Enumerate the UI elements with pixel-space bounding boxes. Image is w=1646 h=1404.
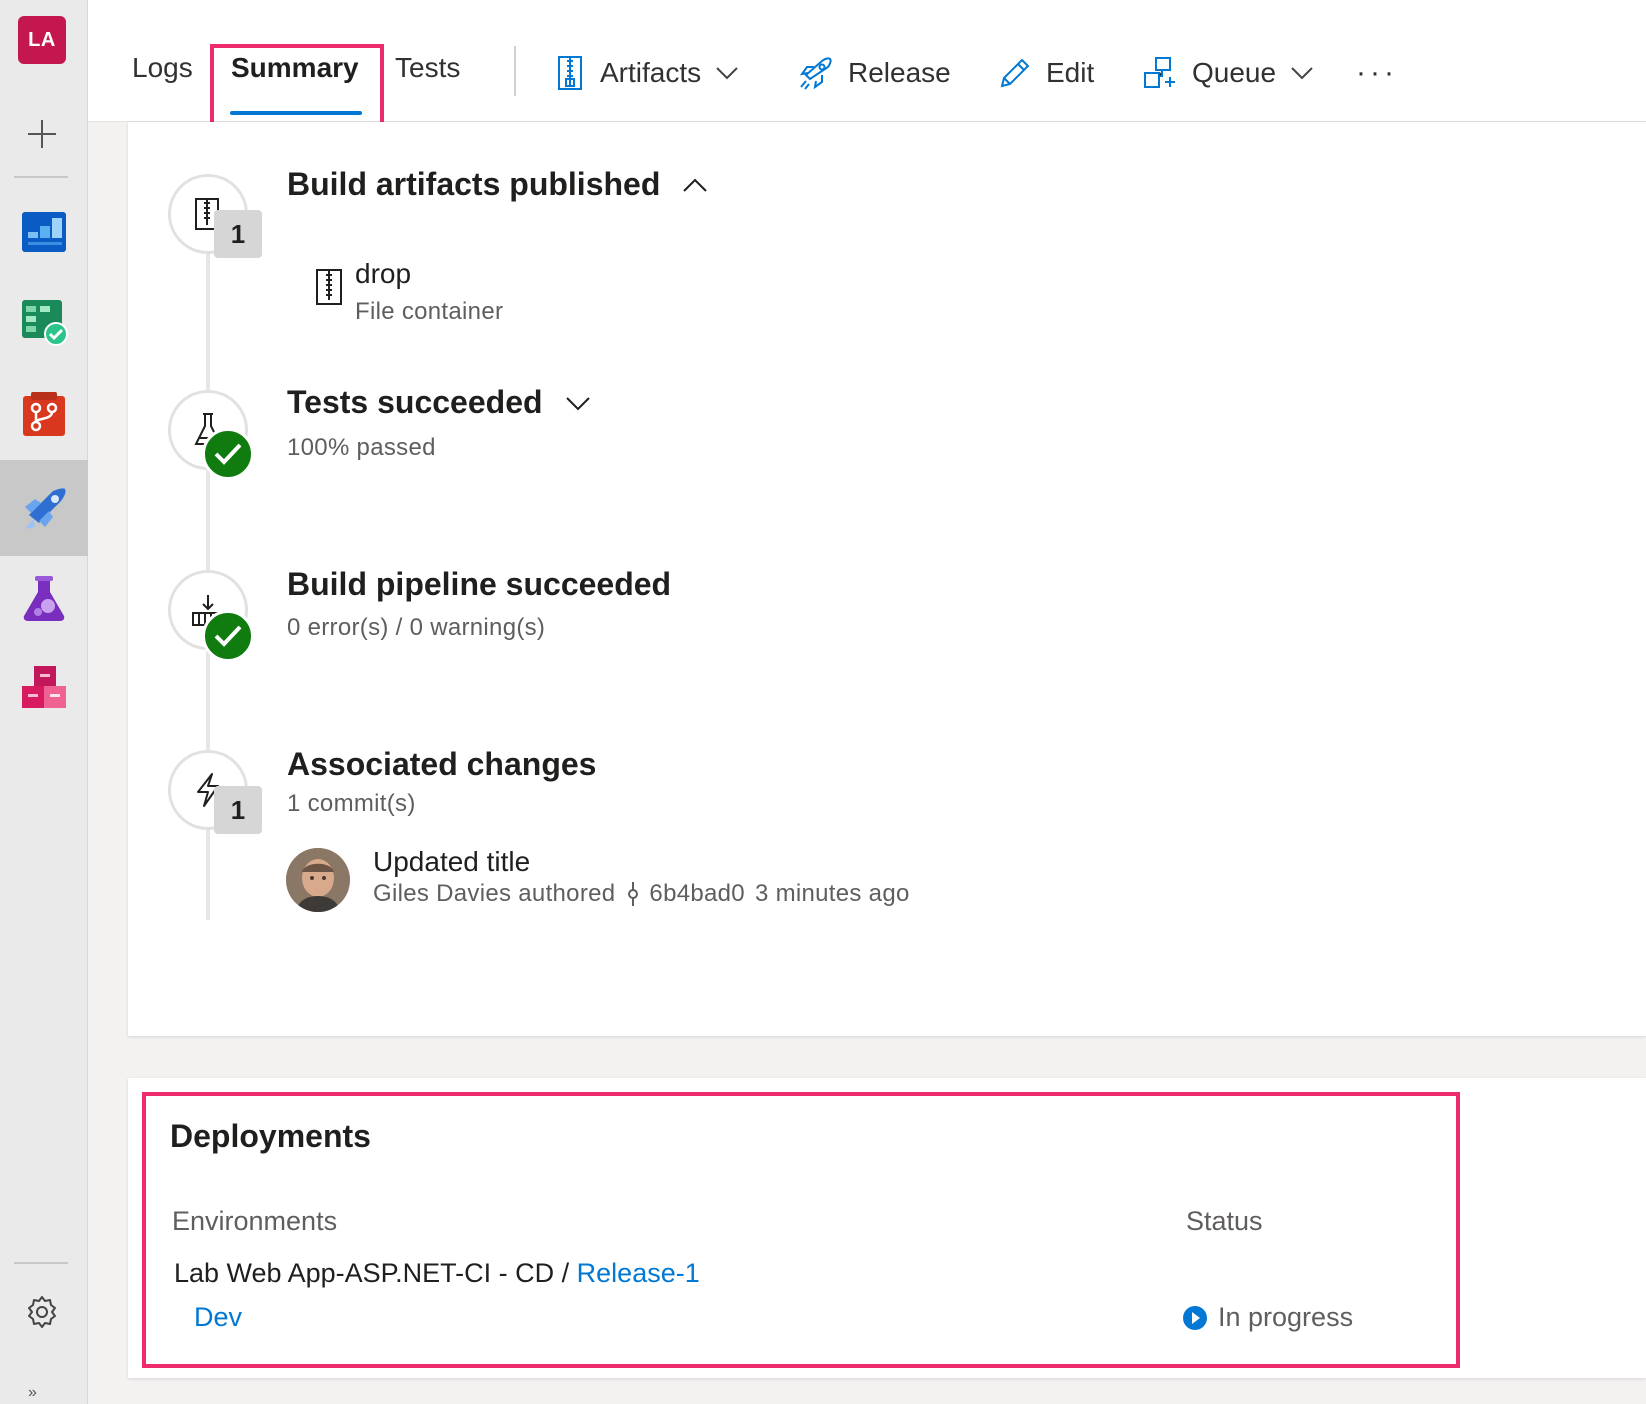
chevron-down-icon[interactable] [565, 395, 591, 411]
release-button[interactable]: Release [798, 50, 951, 96]
artifact-zip-icon [558, 56, 582, 90]
artifacts-step-title[interactable]: Build artifacts published [287, 166, 708, 203]
chevron-down-icon [1291, 67, 1313, 80]
chevron-up-icon[interactable] [682, 177, 708, 193]
test-plans-board-icon[interactable] [0, 274, 88, 370]
status-column-header: Status [1186, 1206, 1263, 1236]
rail-divider-bottom [14, 1262, 68, 1264]
rail-divider [14, 176, 68, 178]
commit-time: 3 minutes ago [754, 880, 910, 907]
deployment-status: In progress [1182, 1302, 1353, 1333]
rocket-icon [799, 57, 832, 90]
left-nav-rail: LA » [0, 0, 88, 1404]
commit-icon [628, 882, 639, 906]
artifacts-icon[interactable] [0, 640, 88, 736]
edit-button[interactable]: Edit [998, 50, 1094, 96]
tab-logs[interactable]: Logs [132, 52, 193, 84]
deployment-status-text: In progress [1218, 1302, 1354, 1332]
artifact-drop-link[interactable]: drop [355, 258, 411, 290]
file-container-icon [316, 269, 342, 305]
organization-avatar[interactable]: LA [18, 16, 66, 64]
more-actions-button[interactable]: ··· [1356, 56, 1398, 90]
release-pipeline-line: Lab Web App-ASP.NET-CI - CD / Release-1 [174, 1258, 700, 1289]
artifact-count-badge: 1 [214, 210, 262, 258]
release-link[interactable]: Release-1 [577, 1258, 700, 1288]
test-plans-icon[interactable] [0, 550, 88, 646]
tab-tests[interactable]: Tests [395, 52, 460, 84]
commit-author-avatar [286, 848, 350, 912]
deployments-title: Deployments [170, 1118, 371, 1154]
release-pipeline-name: Lab Web App-ASP.NET-CI - CD / [174, 1258, 577, 1288]
commit-author: Giles Davies authored [373, 880, 616, 907]
edit-label: Edit [1046, 57, 1095, 88]
tests-step-title-text: Tests succeeded [287, 384, 543, 420]
new-project-icon[interactable] [24, 116, 60, 152]
repos-icon[interactable] [0, 366, 88, 462]
commit-hash-link[interactable]: 6b4bad0 [649, 880, 745, 908]
changes-count-badge: 1 [214, 786, 262, 834]
chevron-down-icon [716, 67, 738, 80]
pipeline-step-title: Build pipeline succeeded [287, 566, 672, 602]
tests-passed-summary: 100% passed [287, 434, 436, 461]
queue-button[interactable]: Queue [1142, 50, 1314, 96]
commit-meta: Giles Davies authored 6b4bad0 3 minutes … [373, 880, 910, 908]
tests-step-title[interactable]: Tests succeeded [287, 384, 591, 421]
artifacts-button[interactable]: Artifacts [556, 50, 739, 96]
settings-gear-icon[interactable] [24, 1294, 60, 1330]
release-label: Release [848, 57, 951, 88]
expand-rail-icon[interactable]: » [28, 1384, 58, 1404]
pipeline-success-check-icon [202, 610, 254, 662]
build-header-bar: Logs Summary Tests Artifacts Release Edi… [88, 0, 1646, 138]
commit-count-summary: 1 commit(s) [287, 790, 416, 817]
commit-message-link[interactable]: Updated title [373, 846, 530, 878]
queue-label: Queue [1192, 57, 1277, 88]
artifacts-step-title-text: Build artifacts published [287, 166, 661, 202]
pipelines-icon[interactable] [0, 460, 88, 556]
environments-column-header: Environments [172, 1206, 338, 1236]
header-separator [514, 46, 516, 96]
tests-success-check-icon [202, 428, 254, 480]
boards-icon[interactable] [0, 184, 88, 280]
artifact-type-label: File container [355, 298, 504, 325]
queue-build-icon [1144, 57, 1175, 88]
pipeline-warnings-summary: 0 error(s) / 0 warning(s) [287, 614, 546, 641]
changes-step-title: Associated changes [287, 746, 597, 782]
in-progress-play-icon [1183, 1305, 1207, 1330]
artifacts-label: Artifacts [600, 57, 702, 88]
summary-card: 1 Build artifacts published drop File co… [128, 122, 1646, 1036]
environment-dev-link[interactable]: Dev [194, 1302, 242, 1333]
pencil-icon [1000, 58, 1030, 88]
